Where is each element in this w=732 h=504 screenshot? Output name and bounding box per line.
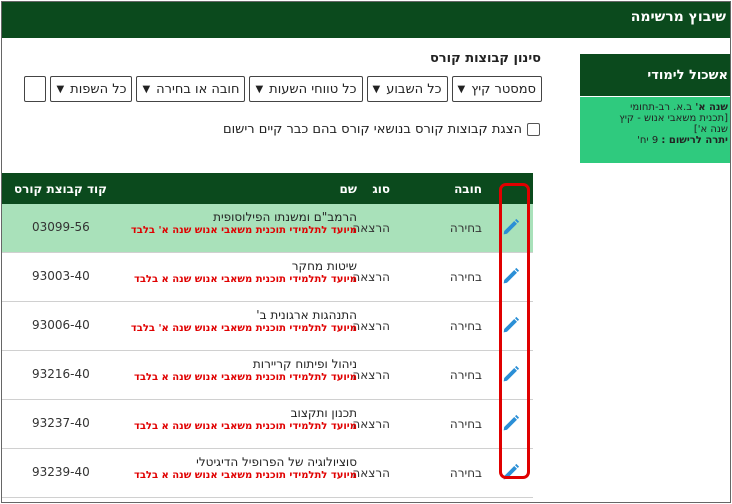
name-cell: תכנון ותקצוב מיועד לתלמידי תוכנית משאבי … <box>134 406 357 432</box>
program-line-2: שנה א'] <box>693 124 728 135</box>
code-cell: 93006-40 <box>32 318 90 332</box>
page-title: שיבוץ מרשימה <box>630 9 726 25</box>
course-name: סוציולוגיה של הפרופיל הדיגיטלי <box>196 455 357 469</box>
course-note: מיועד לתלמידי תוכנית משאבי אנוש שנה א' ב… <box>130 323 357 334</box>
semester-select-value: סמסטר קיץ <box>471 81 536 97</box>
col-obligation: חובה <box>454 182 482 196</box>
show-registered-checkbox[interactable] <box>527 123 540 136</box>
obligation-cell: בחירה <box>449 221 482 235</box>
table-header: חובה סוג שם קוד קבוצת קורס <box>2 173 533 204</box>
course-name: התנהגות ארגונית ב' <box>256 308 357 322</box>
type-cell: הרצאה <box>352 368 390 382</box>
sidebar-title: אשכול לימודי <box>580 54 730 96</box>
course-groups-table: חובה סוג שם קוד קבוצת קורס בחירה הרצאה ה… <box>2 173 533 498</box>
balance-line: יתרה לרישום : 9 יח' <box>580 135 728 146</box>
week-select[interactable]: כל השבוע ▼ <box>366 76 448 102</box>
col-code: קוד קבוצת קורס <box>14 182 108 196</box>
header-bar: שיבוץ מרשימה <box>2 2 730 38</box>
type-cell: הרצאה <box>352 319 390 333</box>
app-frame: שיבוץ מרשימה סינון קבוצות קורס סמסטר קיץ… <box>1 1 731 503</box>
name-cell: סוציולוגיה של הפרופיל הדיגיטלי מיועד לתל… <box>134 455 357 481</box>
code-cell: 93216-40 <box>32 367 90 381</box>
code-cell: 03099-56 <box>32 220 90 234</box>
chevron-down-icon: ▼ <box>457 83 466 95</box>
obligation-cell: בחירה <box>449 466 482 480</box>
checkbox-label: הצגת קבוצות קורס בנושאי קורס בהם כבר קיי… <box>222 122 522 137</box>
course-name: הרמב"ם ומשנתו הפילוסופית <box>213 210 357 224</box>
course-name: ניהול ופיתוח קריירות <box>252 357 357 371</box>
chevron-down-icon: ▼ <box>372 83 381 95</box>
code-cell: 93237-40 <box>32 416 90 430</box>
obligation-cell: בחירה <box>449 319 482 333</box>
course-note: מיועד לתלמידי תוכנית משאבי אנוש שנה א בל… <box>133 421 357 432</box>
year-text: ב.א. רב-תחומי <box>630 102 692 113</box>
type-cell: הרצאה <box>352 221 390 235</box>
name-cell: התנהגות ארגונית ב' מיועד לתלמידי תוכנית … <box>131 308 357 334</box>
course-note: מיועד לתלמידי תוכנית משאבי אנוש שנה א' ב… <box>130 225 357 236</box>
balance-value: 9 יח' <box>637 135 659 146</box>
name-cell: ניהול ופיתוח קריירות מיועד לתלמידי תוכני… <box>134 357 357 383</box>
obligation-select-value: חובה או בחירה <box>156 81 240 97</box>
filter-row: סמסטר קיץ ▼ כל השבוע ▼ כל טווחי השעות ▼ … <box>24 76 542 102</box>
obligation-cell: בחירה <box>449 417 482 431</box>
hours-select[interactable]: כל טווחי השעות ▼ <box>249 76 363 102</box>
program-line: [תכנית משאבי אנוש - קיץ <box>619 113 728 124</box>
table-row[interactable]: בחירה הרצאה שיטות מחקר מיועד לתלמידי תוכ… <box>2 253 533 302</box>
table-row[interactable]: בחירה הרצאה התנהגות ארגונית ב' מיועד לתל… <box>2 302 533 351</box>
course-note: מיועד לתלמידי תוכנית משאבי אנוש שנה א בל… <box>133 274 357 285</box>
table-row[interactable]: בחירה הרצאה ניהול ופיתוח קריירות מיועד ל… <box>2 351 533 400</box>
chevron-down-icon: ▼ <box>56 83 65 95</box>
obligation-cell: בחירה <box>449 368 482 382</box>
hours-select-value: כל טווחי השעות <box>269 81 357 97</box>
week-select-value: כל השבוע <box>386 81 442 97</box>
balance-label: יתרה לרישום : <box>661 135 728 146</box>
course-note: מיועד לתלמידי תוכנית משאבי אנוש שנה א בל… <box>133 470 357 481</box>
language-select-value: כל השפות <box>70 81 127 97</box>
course-name: תכנון ותקצוב <box>290 406 357 420</box>
semester-select[interactable]: סמסטר קיץ ▼ <box>451 76 542 102</box>
chevron-down-icon: ▼ <box>255 83 264 95</box>
existing-registration-toggle[interactable]: הצגת קבוצות קורס בנושאי קורס בהם כבר קיי… <box>223 122 540 137</box>
filters-title: סינון קבוצות קורס <box>429 51 541 66</box>
type-cell: הרצאה <box>352 466 390 480</box>
more-select[interactable] <box>24 76 47 102</box>
edit-column-highlight <box>499 183 530 479</box>
obligation-select[interactable]: חובה או בחירה ▼ <box>136 76 246 102</box>
course-name: שיטות מחקר <box>291 259 357 273</box>
language-select[interactable]: כל השפות ▼ <box>50 76 133 102</box>
course-note: מיועד לתלמידי תוכנית משאבי אנוש שנה א בל… <box>133 372 357 383</box>
type-cell: הרצאה <box>352 270 390 284</box>
chevron-down-icon: ▼ <box>142 83 151 95</box>
table-row[interactable]: בחירה הרצאה הרמב"ם ומשנתו הפילוסופית מיו… <box>2 204 533 253</box>
year-label: שנה א' <box>695 102 728 113</box>
code-cell: 93239-40 <box>32 465 90 479</box>
name-cell: הרמב"ם ומשנתו הפילוסופית מיועד לתלמידי ת… <box>131 210 357 236</box>
col-type: סוג <box>372 182 390 196</box>
type-cell: הרצאה <box>352 417 390 431</box>
year-line: שנה א' ב.א. רב-תחומי <box>580 102 728 113</box>
table-row[interactable]: בחירה הרצאה תכנון ותקצוב מיועד לתלמידי ת… <box>2 400 533 449</box>
code-cell: 93003-40 <box>32 269 90 283</box>
obligation-cell: בחירה <box>449 270 482 284</box>
table-row[interactable]: בחירה הרצאה סוציולוגיה של הפרופיל הדיגיט… <box>2 449 533 498</box>
sidebar-info-card: שנה א' ב.א. רב-תחומי [תכנית משאבי אנוש -… <box>580 97 730 163</box>
name-cell: שיטות מחקר מיועד לתלמידי תוכנית משאבי אנ… <box>134 259 357 285</box>
col-name: שם <box>339 182 357 196</box>
